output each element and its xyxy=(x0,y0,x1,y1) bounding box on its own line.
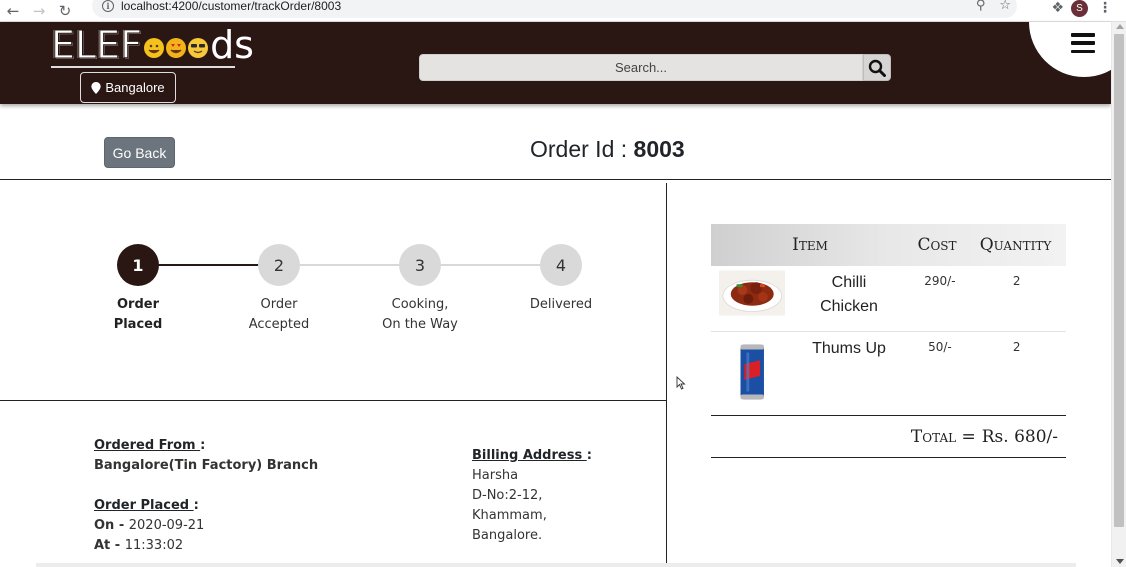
go-back-button[interactable]: Go Back xyxy=(104,137,175,168)
ordered-from-label: Ordered From xyxy=(94,438,201,453)
footer-edge xyxy=(36,563,1076,567)
header-cost: Cost xyxy=(917,235,957,255)
at-label: At - xyxy=(94,538,125,553)
thums-up-can-image xyxy=(719,342,786,402)
star-icon[interactable]: ☆ xyxy=(999,0,1011,13)
billing-line: Harsha xyxy=(472,468,519,483)
step-label: Order Placed xyxy=(113,297,163,332)
item-name: Chilli Chicken xyxy=(820,274,878,315)
logo-text-suffix: ds xyxy=(210,23,254,67)
profile-avatar[interactable]: S xyxy=(1071,0,1088,17)
header-item: Item xyxy=(792,235,828,255)
smile-emoji-icon xyxy=(144,38,165,58)
table-header: Item Cost Quantity xyxy=(711,224,1066,266)
step-label: Delivered xyxy=(529,297,593,312)
forward-arrow-icon[interactable]: → xyxy=(26,0,52,22)
billing-address: Billing Address : Harsha D-No:2-12, Kham… xyxy=(472,446,592,546)
on-label: On - xyxy=(94,518,129,533)
logo[interactable]: ELEF ds xyxy=(50,23,254,67)
browser-toolbar: ← → ↻ i localhost:4200/customer/trackOrd… xyxy=(0,0,1126,22)
location-button[interactable]: Bangalore xyxy=(80,72,176,103)
back-arrow-icon[interactable]: ← xyxy=(0,0,26,22)
step-circle: 1 xyxy=(117,244,159,286)
search-bar xyxy=(419,54,891,81)
item-cost: 290/- xyxy=(924,274,956,288)
extensions-puzzle-icon[interactable]: ❖ xyxy=(1051,0,1064,16)
billing-line: Bangalore. xyxy=(472,528,543,543)
tracker-step-2: 2 Order Accepted xyxy=(229,244,329,335)
scroll-up-arrow-icon[interactable] xyxy=(1116,24,1124,29)
item-quantity: 2 xyxy=(1012,340,1021,354)
page-scrollbar[interactable] xyxy=(1111,22,1126,567)
order-details: Ordered From : Bangalore(Tin Factory) Br… xyxy=(94,438,319,553)
site-header: ELEF ds Bangalore xyxy=(0,22,1111,104)
search-input[interactable] xyxy=(419,54,863,81)
order-time: 11:33:02 xyxy=(124,538,184,553)
info-icon[interactable]: i xyxy=(102,0,114,12)
scrollbar-thumb[interactable] xyxy=(1114,34,1124,527)
billing-line: D-No:2-12, xyxy=(472,488,543,503)
chilli-chicken-image xyxy=(719,270,786,316)
order-id-value: 8003 xyxy=(633,136,685,162)
order-date: 2020-09-21 xyxy=(128,518,205,533)
mouse-cursor-icon xyxy=(676,376,686,390)
key-icon[interactable]: ⚲ xyxy=(976,0,986,13)
tracker-step-4: 4 Delivered xyxy=(511,244,611,315)
divider-horizontal-top xyxy=(0,179,1111,180)
table-row: Chilli Chicken 290/- 2 xyxy=(711,266,1066,332)
step-label: Order Accepted xyxy=(248,297,310,332)
step-circle: 4 xyxy=(540,244,582,286)
hamburger-menu-icon[interactable] xyxy=(1071,33,1095,53)
browser-menu-icon[interactable]: ⋮ xyxy=(1098,0,1112,16)
search-icon xyxy=(868,59,886,77)
item-quantity: 2 xyxy=(1012,274,1021,288)
reload-icon[interactable]: ↻ xyxy=(52,0,78,22)
menu-circle xyxy=(1029,22,1111,77)
heart-eyes-emoji-icon xyxy=(166,38,187,58)
divider-horizontal-left xyxy=(0,400,666,401)
ordered-from-value: Bangalore(Tin Factory) Branch xyxy=(94,458,319,473)
search-button[interactable] xyxy=(863,54,891,81)
divider-vertical xyxy=(666,183,667,567)
url-text[interactable]: localhost:4200/customer/trackOrder/8003 xyxy=(121,0,341,13)
step-circle: 2 xyxy=(258,244,300,286)
item-name: Thums Up xyxy=(812,340,886,357)
logo-text: ELEF xyxy=(50,23,143,67)
order-id-label: Order Id : xyxy=(530,136,634,162)
tracker-step-3: 3 Cooking, On the Way xyxy=(370,244,470,335)
item-cost: 50/- xyxy=(928,340,952,354)
order-items-table: Item Cost Quantity Chilli Chicken 290/- 2… xyxy=(711,224,1066,416)
billing-line: Khammam, xyxy=(472,508,547,523)
address-bar[interactable]: i localhost:4200/customer/trackOrder/800… xyxy=(92,0,1017,18)
sunglasses-emoji-icon xyxy=(188,38,209,58)
step-label: Cooking, On the Way xyxy=(382,297,458,332)
map-pin-icon xyxy=(91,81,101,94)
scroll-down-arrow-icon[interactable] xyxy=(1116,559,1124,564)
table-row: Thums Up 50/- 2 xyxy=(711,332,1066,416)
order-placed-label: Order Placed xyxy=(94,498,194,513)
header-quantity: Quantity xyxy=(979,235,1052,255)
logo-underline xyxy=(51,66,235,68)
tracker-step-1: 1 Order Placed xyxy=(88,244,188,335)
step-circle: 3 xyxy=(399,244,441,286)
billing-address-label: Billing Address xyxy=(472,448,587,463)
total-value: Rs. 680/- xyxy=(981,426,1058,447)
order-id-heading: Order Id : 8003 xyxy=(530,136,685,163)
total-row: Total = Rs. 680/- xyxy=(711,415,1066,458)
total-label: Total = xyxy=(910,426,976,447)
location-label: Bangalore xyxy=(105,80,165,95)
